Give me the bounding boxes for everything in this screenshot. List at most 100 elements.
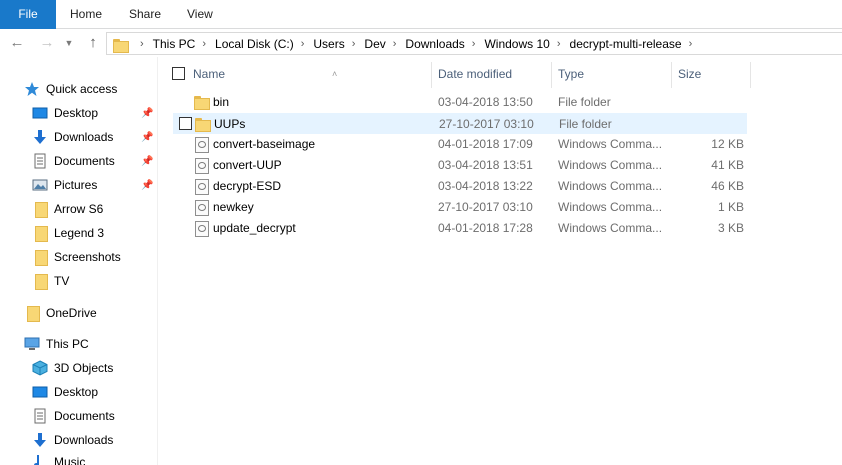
music-icon <box>32 453 48 465</box>
breadcrumb-item[interactable]: Users <box>311 37 346 51</box>
file-name: update_decrypt <box>213 221 296 235</box>
sidebar-item-label: This PC <box>46 337 89 351</box>
tab-home[interactable]: Home <box>70 0 102 29</box>
folder-icon <box>32 249 48 266</box>
folder-icon <box>194 116 211 132</box>
sidebar-item-screenshots[interactable]: Screenshots <box>32 246 121 268</box>
chevron-right-icon[interactable]: › <box>684 38 700 50</box>
document-icon <box>32 153 48 169</box>
file-size: 41 KB <box>711 158 744 172</box>
column-header-name[interactable]: Name ˄ <box>193 60 431 88</box>
sidebar-item-label: Documents <box>54 409 115 423</box>
file-date: 03-04-2018 13:51 <box>438 158 533 172</box>
select-all-checkbox[interactable] <box>172 67 185 80</box>
file-size <box>677 114 745 135</box>
chevron-right-icon[interactable]: › <box>296 38 312 50</box>
sidebar-item-documents-pc[interactable]: Documents <box>32 405 115 427</box>
star-icon <box>24 81 40 97</box>
file-date: 04-01-2018 17:09 <box>438 137 533 151</box>
sidebar-item-documents[interactable]: Documents <box>32 150 115 172</box>
tab-file[interactable]: File <box>0 0 56 29</box>
navigation-bar: ← → ▼ ↑ › This PC › Local Disk (C:) › Us… <box>0 29 842 57</box>
navigation-pane: Quick access Desktop 📌 Downloads 📌 Docum… <box>0 57 158 465</box>
file-row[interactable]: decrypt-ESD 03-04-2018 13:22 Windows Com… <box>173 176 747 197</box>
file-row[interactable]: bin 03-04-2018 13:50 File folder <box>173 92 747 113</box>
chevron-right-icon[interactable]: › <box>552 38 568 50</box>
column-header-label: Name <box>193 67 226 81</box>
cmd-file-icon <box>193 220 209 237</box>
tab-view[interactable]: View <box>187 0 213 29</box>
sidebar-item-music[interactable]: Music <box>32 453 85 465</box>
sidebar-item-legend-3[interactable]: Legend 3 <box>32 222 104 244</box>
file-type: Windows Comma... <box>558 200 663 214</box>
pin-icon[interactable]: 📌 <box>141 180 153 192</box>
breadcrumb-item[interactable]: Downloads <box>403 37 466 51</box>
sidebar-item-label: Music <box>54 455 86 465</box>
file-row[interactable]: convert-baseimage 04-01-2018 17:09 Windo… <box>173 134 747 155</box>
column-divider[interactable] <box>431 62 432 88</box>
breadcrumb-item[interactable]: Dev <box>362 37 387 51</box>
file-list: Name ˄ Date modified Type Size bin 03-04… <box>159 57 842 465</box>
file-row[interactable]: convert-UUP 03-04-2018 13:51 Windows Com… <box>173 155 747 176</box>
sidebar-item-tv[interactable]: TV <box>32 270 69 292</box>
sidebar-item-quick-access[interactable]: Quick access <box>24 78 117 100</box>
file-name: convert-baseimage <box>213 137 316 151</box>
folder-icon <box>24 305 40 322</box>
breadcrumb-item[interactable]: Windows 10 <box>482 37 551 51</box>
sidebar-item-label: Desktop <box>54 106 99 120</box>
file-row[interactable]: newkey 27-10-2017 03:10 Windows Comma...… <box>173 197 747 218</box>
up-arrow-icon[interactable]: ↑ <box>84 33 102 53</box>
recent-locations-chevron-icon[interactable]: ▼ <box>62 33 76 53</box>
pin-icon[interactable]: 📌 <box>141 132 153 144</box>
sidebar-item-desktop[interactable]: Desktop <box>32 102 98 124</box>
chevron-right-icon[interactable]: › <box>197 38 213 50</box>
cmd-file-icon <box>193 136 209 153</box>
column-divider[interactable] <box>750 62 751 88</box>
download-arrow-icon <box>32 129 48 145</box>
column-divider[interactable] <box>551 62 552 88</box>
file-row[interactable]: update_decrypt 04-01-2018 17:28 Windows … <box>173 218 747 239</box>
sidebar-item-desktop-pc[interactable]: Desktop <box>32 381 98 403</box>
file-date: 03-04-2018 13:50 <box>438 95 533 109</box>
breadcrumb-item[interactable]: decrypt-multi-release <box>568 37 684 51</box>
computer-icon <box>24 336 40 352</box>
address-bar[interactable]: › This PC › Local Disk (C:) › Users › De… <box>106 32 842 55</box>
chevron-right-icon[interactable]: › <box>467 38 483 50</box>
file-row[interactable]: UUPs 27-10-2017 03:10 File folder <box>173 113 747 134</box>
breadcrumb: › This PC › Local Disk (C:) › Users › De… <box>135 33 699 54</box>
sidebar-item-3d-objects[interactable]: 3D Objects <box>32 357 113 379</box>
sidebar-item-label: OneDrive <box>46 306 97 320</box>
back-arrow-icon[interactable]: ← <box>8 33 26 53</box>
pin-icon[interactable]: 📌 <box>141 156 153 168</box>
sidebar-item-arrow-s6[interactable]: Arrow S6 <box>32 198 103 220</box>
sidebar-item-downloads-pc[interactable]: Downloads <box>32 429 113 451</box>
sidebar-item-label: Desktop <box>54 385 99 399</box>
sidebar-item-downloads[interactable]: Downloads <box>32 126 113 148</box>
column-header-date[interactable]: Date modified <box>438 60 551 88</box>
file-type: Windows Comma... <box>558 179 663 193</box>
row-checkbox[interactable] <box>179 117 192 130</box>
pin-icon[interactable]: 📌 <box>141 108 153 120</box>
column-header-size[interactable]: Size <box>678 60 748 88</box>
file-name: UUPs <box>214 117 246 131</box>
folder-icon <box>32 201 48 218</box>
breadcrumb-item[interactable]: This PC <box>151 37 198 51</box>
file-size: 46 KB <box>711 179 744 193</box>
file-date: 04-01-2018 17:28 <box>438 221 533 235</box>
chevron-right-icon[interactable]: › <box>347 38 363 50</box>
sidebar-item-onedrive[interactable]: OneDrive <box>24 302 97 324</box>
file-name: convert-UUP <box>213 158 282 172</box>
sidebar-item-pictures[interactable]: Pictures <box>32 174 97 196</box>
column-header-type[interactable]: Type <box>558 60 671 88</box>
column-divider[interactable] <box>671 62 672 88</box>
forward-arrow-icon[interactable]: → <box>38 33 56 53</box>
file-name: newkey <box>213 200 254 214</box>
tab-share[interactable]: Share <box>129 0 161 29</box>
file-size: 1 KB <box>717 200 744 214</box>
sidebar-item-label: TV <box>54 274 70 288</box>
chevron-right-icon[interactable]: › <box>388 38 404 50</box>
cmd-file-icon <box>193 178 209 195</box>
breadcrumb-item[interactable]: Local Disk (C:) <box>213 37 296 51</box>
chevron-right-icon[interactable]: › <box>135 38 151 50</box>
sidebar-item-this-pc[interactable]: This PC <box>24 333 89 355</box>
